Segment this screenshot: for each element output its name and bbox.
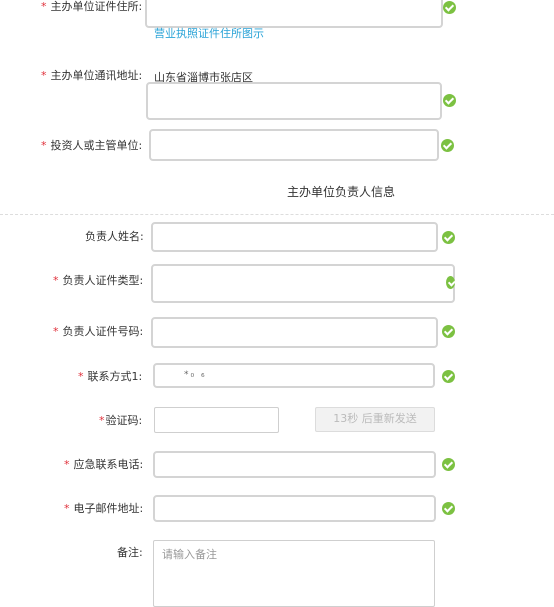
verify-code-label: *验证码: bbox=[99, 414, 143, 427]
check-circle-icon bbox=[442, 458, 455, 471]
leader-id-no-input[interactable] bbox=[151, 317, 438, 348]
section-title: 主办单位负责人信息 bbox=[287, 185, 396, 199]
cert-address-label: * 主办单位证件住所: bbox=[41, 0, 143, 13]
check-circle-icon bbox=[442, 325, 455, 338]
check-circle-icon bbox=[446, 276, 455, 289]
remark-label: 备注: bbox=[117, 546, 143, 559]
leader-id-type-label: * 负责人证件类型: bbox=[53, 274, 144, 287]
cert-address-input[interactable] bbox=[145, 0, 443, 28]
mail-address-input[interactable] bbox=[146, 82, 442, 120]
leader-id-type-select[interactable] bbox=[151, 264, 455, 303]
check-circle-icon bbox=[442, 502, 455, 515]
verify-code-input[interactable] bbox=[154, 407, 279, 433]
mail-address-label: * 主办单位通讯地址: bbox=[41, 69, 143, 82]
email-label: * 电子邮件地址: bbox=[64, 502, 144, 515]
contact1-value: *₀ ₆ bbox=[184, 370, 207, 380]
check-circle-icon bbox=[443, 1, 456, 14]
investor-label: * 投资人或主管单位: bbox=[41, 139, 143, 152]
email-input[interactable] bbox=[153, 495, 436, 522]
investor-input[interactable] bbox=[149, 129, 439, 161]
check-circle-icon bbox=[442, 231, 455, 244]
emergency-phone-input[interactable] bbox=[153, 451, 436, 478]
leader-name-label: 负责人姓名: bbox=[85, 230, 144, 243]
leader-name-input[interactable] bbox=[151, 222, 438, 252]
principal-info-form: * 主办单位证件住所: 营业执照证件住所图示 * 主办单位通讯地址: 山东省淄博市张… bbox=[0, 0, 554, 607]
section-divider bbox=[0, 214, 554, 215]
resend-code-button[interactable]: 13秒 后重新发送 bbox=[315, 407, 435, 432]
check-circle-icon bbox=[441, 139, 454, 152]
remark-textarea[interactable] bbox=[153, 540, 435, 607]
license-address-example-link[interactable]: 营业执照证件住所图示 bbox=[154, 25, 264, 41]
check-circle-icon bbox=[443, 94, 456, 107]
leader-id-no-label: * 负责人证件号码: bbox=[53, 325, 144, 338]
check-circle-icon bbox=[442, 370, 455, 383]
emergency-phone-label: * 应急联系电话: bbox=[64, 458, 144, 471]
contact1-label: * 联系方式1: bbox=[78, 370, 143, 383]
